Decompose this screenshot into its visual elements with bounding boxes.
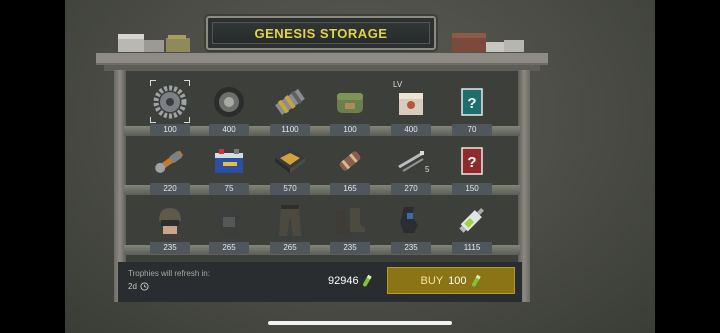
item-price: 265 — [270, 242, 310, 254]
shop-item-mystery-card[interactable]: ? 70 — [444, 80, 500, 138]
shop-item-gloves[interactable]: 235 — [383, 198, 439, 256]
vial-icon — [472, 274, 482, 286]
wheel-icon — [201, 80, 257, 124]
currency-balance: 92946 — [328, 271, 380, 291]
buy-label: BUY — [420, 274, 444, 287]
roof-boxes-left-icon — [118, 34, 190, 52]
tube-icon — [322, 139, 378, 183]
boots-icon — [322, 198, 378, 242]
item-price: 265 — [209, 242, 249, 254]
shop-item-circuit-board[interactable]: 570 — [262, 139, 318, 197]
shop-item-tube[interactable]: 165 — [322, 139, 378, 197]
pants-icon — [262, 198, 318, 242]
svg-text:?: ? — [467, 154, 476, 171]
gear-icon — [142, 80, 198, 124]
shop-item-battery[interactable]: 75 — [201, 139, 257, 197]
mystery-card-icon: ? — [444, 80, 500, 124]
vial-icon — [362, 274, 372, 287]
shop-item-crate[interactable]: LV 400 — [383, 80, 439, 138]
shop-item-pants[interactable]: 265 — [262, 198, 318, 256]
item-price: 235 — [391, 242, 431, 254]
home-indicator[interactable] — [268, 321, 452, 325]
refresh-label: Trophies will refresh in: — [128, 269, 210, 278]
shop-item-wrench[interactable]: 220 — [142, 139, 198, 197]
buy-button[interactable]: BUY 100 — [387, 267, 515, 294]
helmet-icon — [142, 198, 198, 242]
letterbox-left — [0, 0, 65, 333]
shop-item-wheel[interactable]: 400 — [201, 80, 257, 138]
shop-item-helmet[interactable]: 235 — [142, 198, 198, 256]
shop-item-syringe[interactable]: 1115 — [444, 198, 500, 256]
battery-icon — [201, 139, 257, 183]
item-price: 1115 — [452, 242, 492, 254]
item-price: 235 — [150, 242, 190, 254]
letterbox-right — [655, 0, 720, 333]
buy-amount: 100 — [448, 274, 467, 287]
syringe-icon — [444, 198, 500, 242]
item-price: 100 — [330, 124, 370, 136]
game-screen: GENESIS STORAGE 100 400 1100 100 LV 400 … — [0, 0, 720, 333]
item-price: 400 — [391, 124, 431, 136]
engine-part-icon — [262, 80, 318, 124]
balance-value: 92946 — [328, 275, 359, 287]
item-price: 75 — [209, 183, 249, 195]
gloves-icon — [383, 198, 439, 242]
item-price: 100 — [150, 124, 190, 136]
item-price: 570 — [270, 183, 310, 195]
item-price: 220 — [150, 183, 190, 195]
shop-item-armor-vest[interactable]: 265 — [201, 198, 257, 256]
shelf-roof — [96, 53, 548, 65]
shop-item-engine-part[interactable]: 1100 — [262, 80, 318, 138]
refresh-timer: 2d — [128, 282, 149, 291]
item-price: 1100 — [270, 124, 310, 136]
mystery-card-red-icon: ? — [444, 139, 500, 183]
rods-icon — [383, 139, 439, 183]
wrench-icon — [142, 139, 198, 183]
item-price: 235 — [330, 242, 370, 254]
item-price: 270 — [391, 183, 431, 195]
shop-item-bag[interactable]: 100 — [322, 80, 378, 138]
bag-icon — [322, 80, 378, 124]
roof-boxes-right-icon — [452, 33, 524, 52]
refresh-time-value: 2d — [128, 282, 137, 291]
shop-item-boots[interactable]: 235 — [322, 198, 378, 256]
item-price: 150 — [452, 183, 492, 195]
shop-item-mystery-card-red[interactable]: ? 150 — [444, 139, 500, 197]
title-plate: GENESIS STORAGE — [206, 16, 436, 50]
shop-item-rods[interactable]: 5 270 — [383, 139, 439, 197]
clock-icon — [140, 282, 149, 291]
svg-text:?: ? — [467, 95, 476, 112]
page-title: GENESIS STORAGE — [254, 25, 388, 41]
item-quantity: 5 — [425, 165, 430, 174]
circuit-board-icon — [262, 139, 318, 183]
crate-icon — [383, 80, 439, 124]
item-price: 165 — [330, 183, 370, 195]
item-price: 400 — [209, 124, 249, 136]
level-badge: LV — [393, 80, 403, 89]
shop-item-gear[interactable]: 100 — [142, 80, 198, 138]
item-price: 70 — [452, 124, 492, 136]
armor-vest-icon — [201, 198, 257, 242]
